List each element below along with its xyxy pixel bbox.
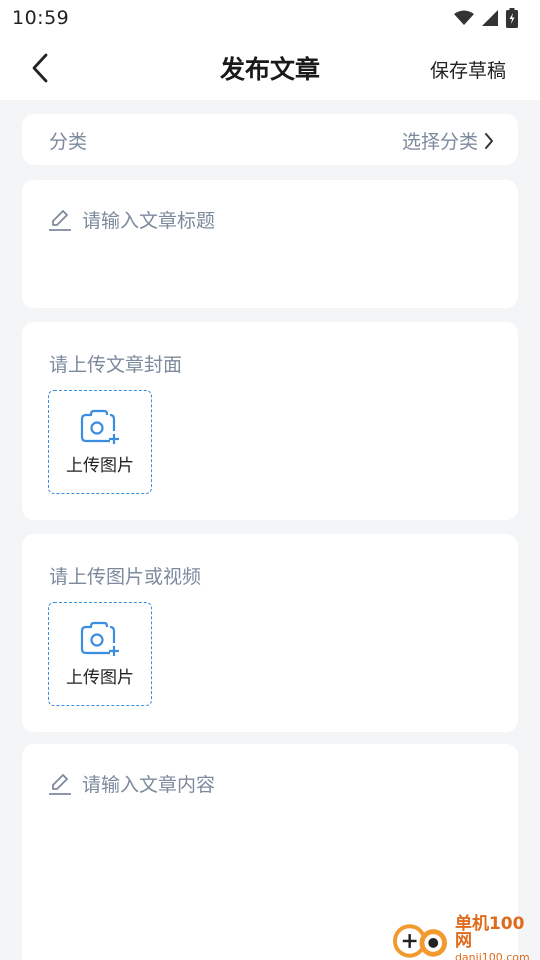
pencil-icon xyxy=(49,209,71,231)
wifi-icon xyxy=(454,10,474,25)
camera-add-icon xyxy=(80,621,119,656)
category-select-label: 选择分类 xyxy=(401,131,478,153)
signal-icon xyxy=(482,10,498,26)
media-label: 请上传图片或视频 xyxy=(49,566,202,588)
pencil-icon xyxy=(49,773,71,795)
cover-section: 请上传文章封面 上传图片 xyxy=(22,322,518,520)
battery-icon xyxy=(506,8,518,28)
media-section: 请上传图片或视频 上传图片 xyxy=(22,534,518,732)
media-upload-label: 上传图片 xyxy=(66,667,134,688)
media-upload-button[interactable]: 上传图片 xyxy=(48,602,152,706)
watermark-logo-icon xyxy=(392,923,448,958)
content-placeholder: 请输入文章内容 xyxy=(82,774,216,796)
cover-upload-button[interactable]: 上传图片 xyxy=(48,390,152,494)
content-placeholder-row: 请输入文章内容 xyxy=(48,770,215,797)
save-draft-button[interactable]: 保存草稿 xyxy=(430,56,506,83)
category-select[interactable]: 选择分类 xyxy=(402,127,494,154)
title-input[interactable]: 请输入文章标题 xyxy=(22,180,518,308)
category-label: 分类 xyxy=(49,131,88,153)
watermark-name: 单机100网 xyxy=(454,914,525,951)
cover-label: 请上传文章封面 xyxy=(49,354,183,376)
nav-bar: 发布文章 保存草稿 xyxy=(0,36,540,100)
watermark: 单机100网 danji100.com xyxy=(390,916,540,960)
status-bar: 10:59 xyxy=(0,0,540,36)
watermark-text: 单机100网 danji100.com xyxy=(455,916,540,960)
status-icons xyxy=(454,8,518,28)
status-time: 10:59 xyxy=(12,7,70,29)
cover-upload-label: 上传图片 xyxy=(66,455,134,476)
title-placeholder-row: 请输入文章标题 xyxy=(48,206,215,233)
title-placeholder: 请输入文章标题 xyxy=(82,210,216,232)
watermark-url: danji100.com xyxy=(454,951,530,960)
category-row[interactable]: 分类 选择分类 xyxy=(22,114,518,165)
camera-add-icon xyxy=(80,409,119,444)
chevron-right-icon xyxy=(485,132,493,149)
